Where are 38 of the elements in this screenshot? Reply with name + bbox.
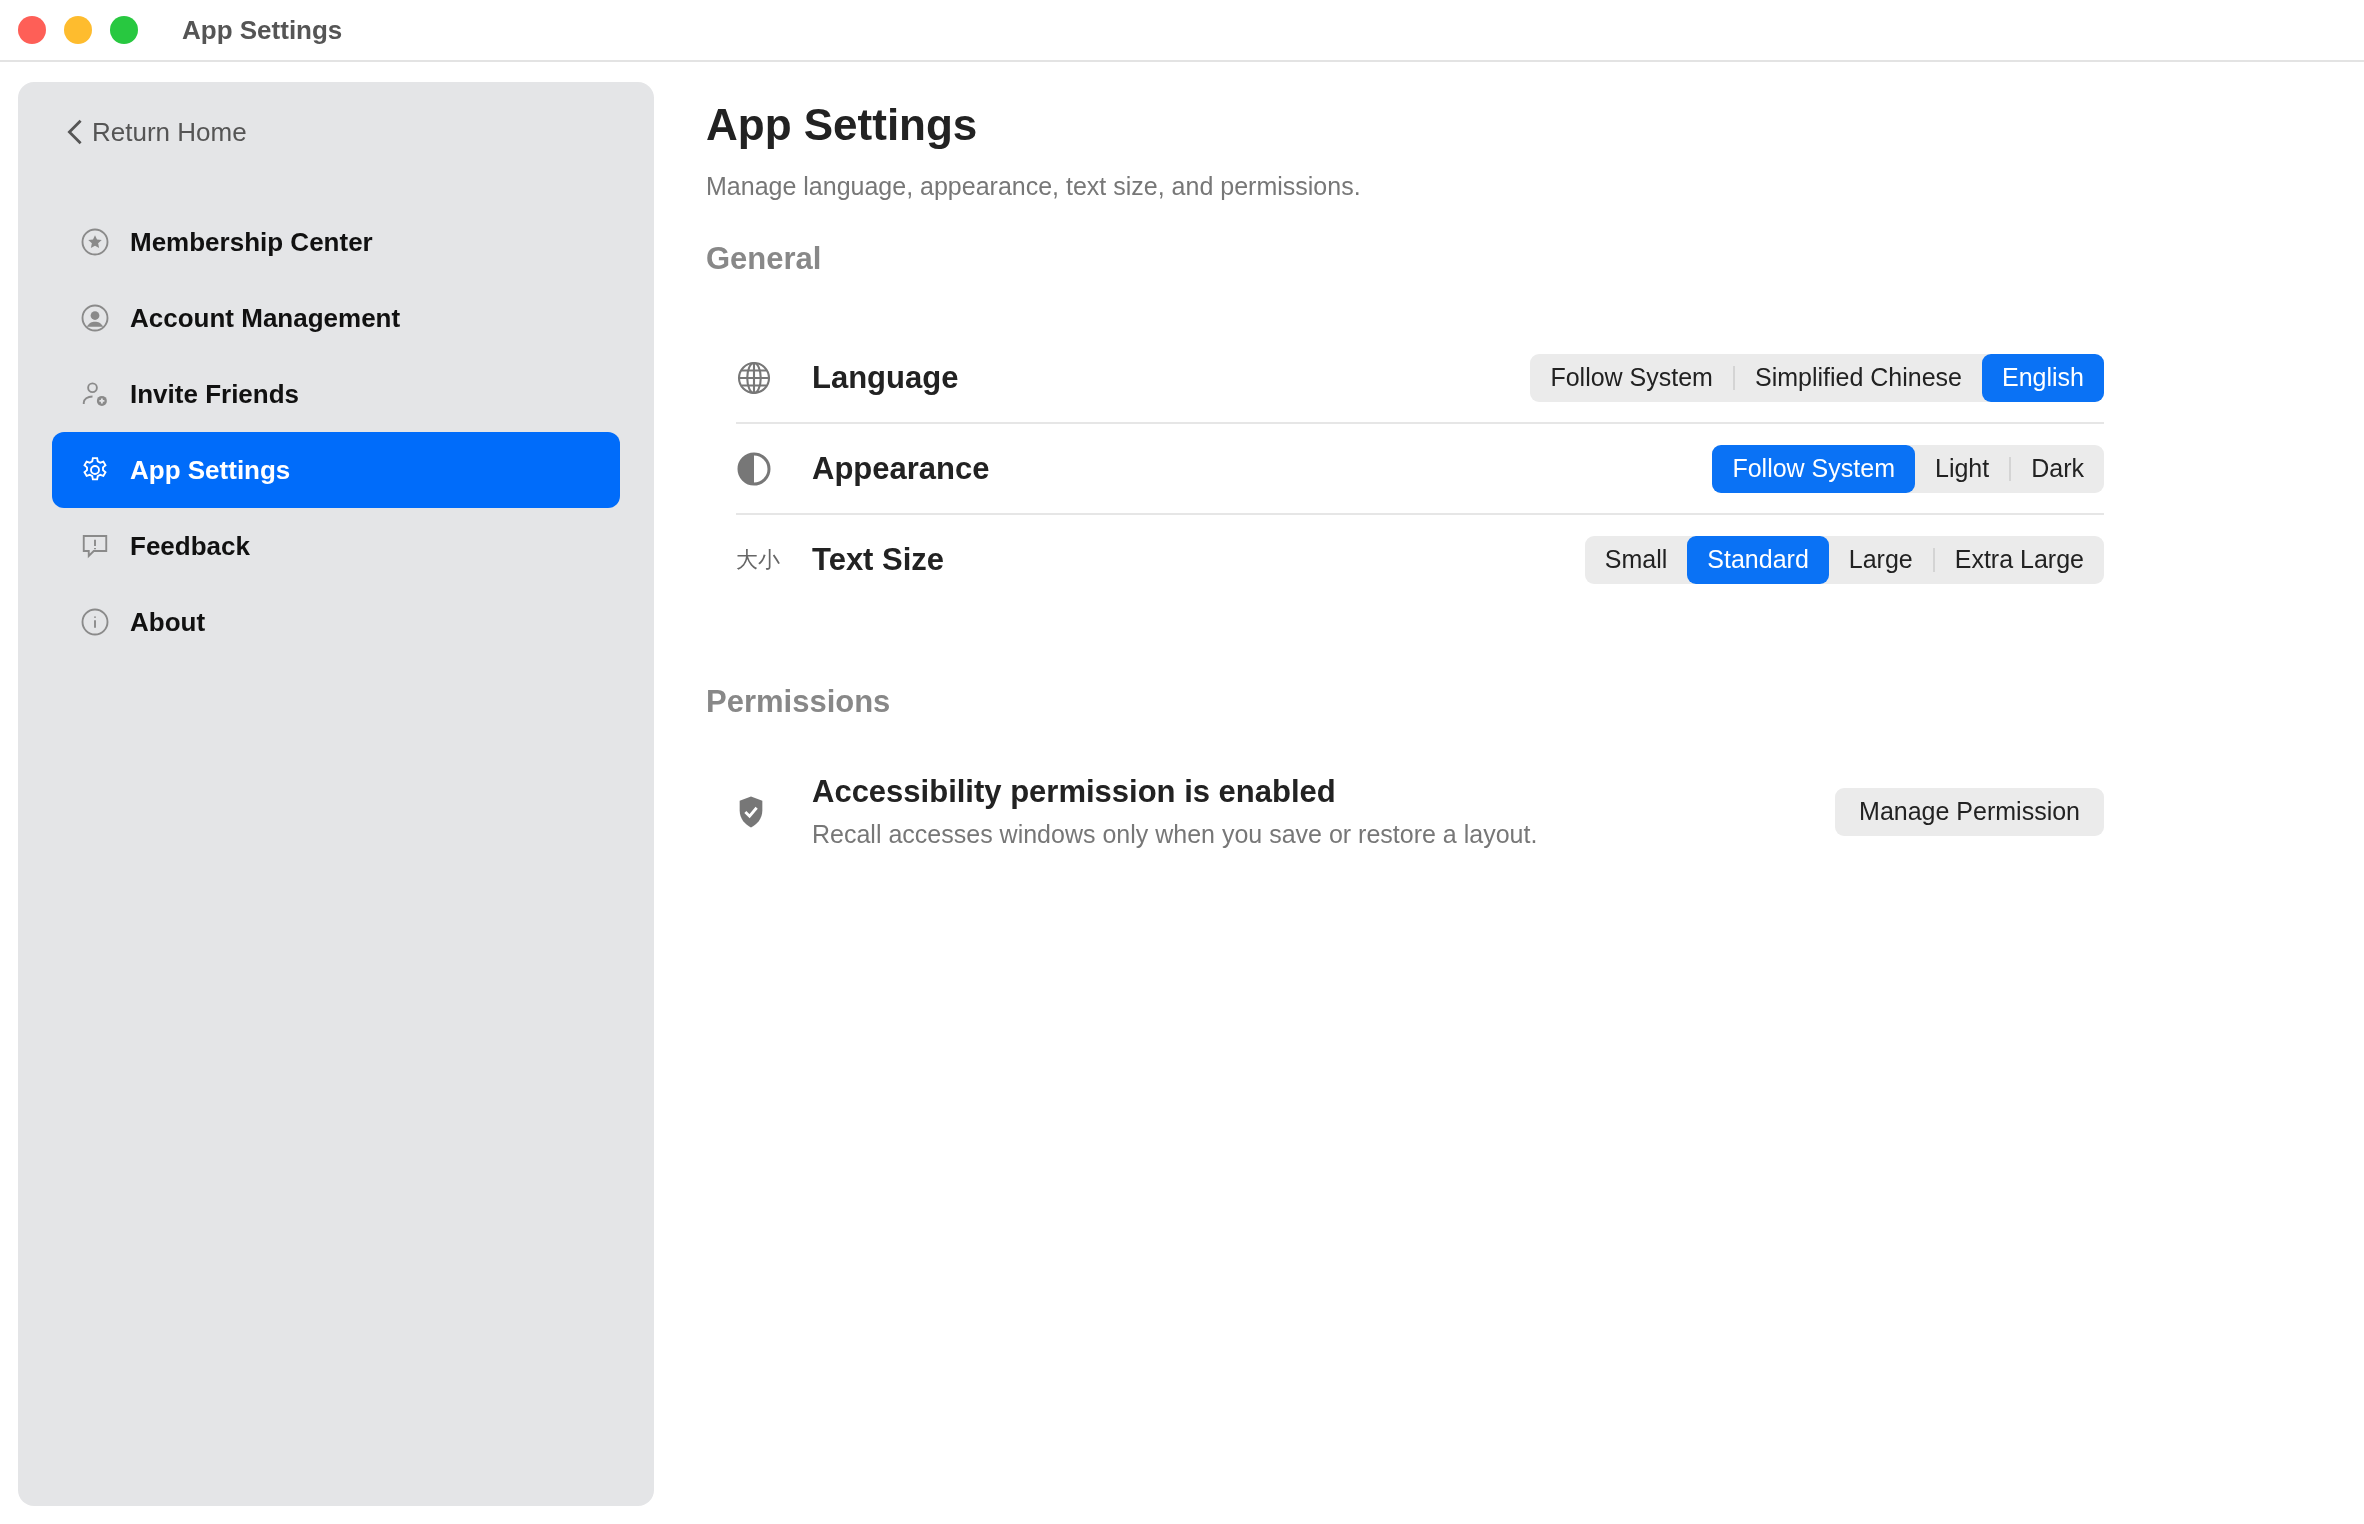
segment-option[interactable]: Large: [1828, 535, 1933, 584]
minimize-button[interactable]: [64, 16, 92, 44]
segment-option[interactable]: Dark: [2011, 444, 2104, 493]
permission-description: Recall accesses windows only when you save or restore a layout.: [812, 820, 1539, 849]
segment-option[interactable]: Small: [1584, 535, 1688, 584]
sidebar-item[interactable]: Invite Friends: [52, 356, 620, 432]
sidebar-item[interactable]: About: [52, 584, 620, 660]
globe-icon: [736, 359, 772, 396]
segment-option[interactable]: English: [1982, 353, 2104, 402]
manage-permission-button[interactable]: Manage Permission: [1835, 787, 2104, 836]
sidebar-item[interactable]: App Settings: [52, 432, 620, 508]
window-title: App Settings: [182, 14, 343, 46]
text-size-icon: 大小: [736, 544, 780, 575]
setting-label: Language: [812, 359, 960, 396]
segment-option[interactable]: Light: [1915, 444, 2010, 493]
segment-option[interactable]: Extra Large: [1934, 535, 2104, 584]
info-icon: [80, 607, 110, 637]
user-icon: [80, 303, 110, 333]
sidebar-item[interactable]: Feedback: [52, 508, 620, 584]
return-home-link[interactable]: Return Home: [52, 102, 620, 162]
section-heading: Permissions: [706, 684, 892, 720]
setting-label: Appearance: [812, 450, 991, 487]
segment-option[interactable]: Follow System: [1712, 444, 1915, 493]
chevron-left-icon: [66, 118, 84, 146]
close-button[interactable]: [18, 16, 46, 44]
segment-option[interactable]: Simplified Chinese: [1734, 353, 1982, 402]
sidebar-item[interactable]: Membership Center: [52, 204, 620, 280]
page-subtitle: Manage language, appearance, text size, and permissions.: [706, 172, 1362, 201]
setting-label: Text Size: [812, 541, 946, 578]
section-heading: General: [706, 241, 823, 277]
segment-option[interactable]: Standard: [1687, 535, 1829, 584]
segment-option[interactable]: Follow System: [1530, 353, 1733, 402]
page-title: App Settings: [706, 100, 979, 150]
add-user-icon: [80, 379, 110, 409]
contrast-icon: [736, 450, 772, 487]
permission-title: Accessibility permission is enabled: [812, 774, 1337, 810]
maximize-button[interactable]: [110, 16, 138, 44]
sidebar-item[interactable]: Account Management: [52, 280, 620, 356]
